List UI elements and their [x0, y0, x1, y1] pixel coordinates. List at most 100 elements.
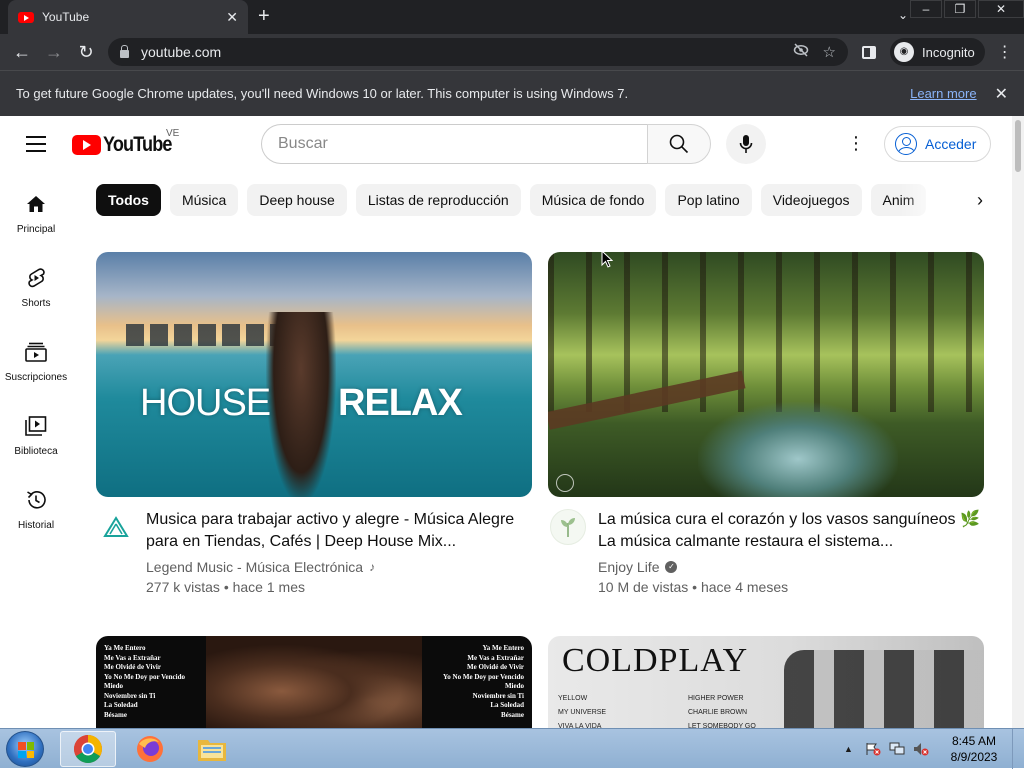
browser-tab[interactable]: YouTube ✕ [8, 0, 248, 34]
chip-pop-latino[interactable]: Pop latino [665, 184, 752, 216]
library-icon [24, 414, 48, 438]
taskbar-firefox[interactable] [122, 731, 178, 767]
chip-videojuegos[interactable]: Videojuegos [760, 184, 862, 216]
thumbnail-title-coldplay: COLDPLAY [562, 642, 749, 679]
chips-next-chevron-icon[interactable]: › [970, 186, 990, 214]
back-arrow-icon[interactable]: ← [6, 42, 38, 63]
window-close-button[interactable]: ✕ [978, 0, 1024, 18]
search-button[interactable] [647, 124, 711, 164]
stream-decoration [698, 402, 898, 497]
video-thumbnail[interactable]: HOUSE RELAX [96, 252, 532, 497]
folder-icon [198, 740, 226, 761]
track-line: Bésame [501, 710, 524, 719]
address-bar[interactable]: youtube.com ☆ [108, 38, 848, 66]
incognito-label: Incognito [922, 44, 975, 60]
guide-item-biblioteca[interactable]: Biblioteca [0, 394, 72, 468]
track-line: Me Olvidé de Vivir [467, 663, 524, 671]
learn-more-link[interactable]: Learn more [910, 86, 976, 101]
video-info: Musica para trabajar activo y alegre - M… [146, 509, 532, 597]
eye-slash-icon[interactable] [793, 43, 809, 61]
window-controls: – ❐ ✕ [908, 0, 1024, 18]
chrome-menu-icon[interactable]: ⋮ [997, 42, 1013, 62]
verified-check-icon: ✓ [665, 561, 678, 573]
channel-name-row: Legend Music - Música Electrónica ♪ [146, 557, 532, 577]
network-icon[interactable] [889, 742, 905, 756]
video-title[interactable]: La música cura el corazón y los vasos sa… [598, 509, 984, 553]
lock-icon[interactable] [120, 45, 129, 58]
guide-label: Suscripciones [4, 372, 68, 383]
woman-silhouette [266, 312, 336, 497]
settings-menu-icon[interactable]: ⋮ [846, 132, 866, 154]
guide-item-shorts[interactable]: Shorts [0, 246, 72, 320]
side-panel-icon[interactable] [862, 45, 876, 59]
track-line: Me Vas a Extrañar [467, 653, 524, 662]
infobar-close-icon[interactable]: ✕ [995, 84, 1008, 104]
chip-musica[interactable]: Música [169, 184, 239, 216]
song-list-right: HIGHER POWER CHARLIE BROWN LET SOMEBODY … [688, 692, 756, 728]
guide-label: Historial [17, 520, 55, 531]
taskbar-chrome[interactable] [60, 731, 116, 767]
song-line: MY UNIVERSE [558, 709, 607, 716]
guide-item-principal[interactable]: Principal [0, 172, 72, 246]
windows-taskbar: ▲ 8:45 AM 8/9/2023 [0, 728, 1024, 769]
guide-item-suscripciones[interactable]: Suscripciones [0, 320, 72, 394]
channel-avatar[interactable] [98, 509, 134, 545]
chip-deep-house[interactable]: Deep house [247, 184, 347, 216]
video-thumbnail[interactable] [548, 252, 984, 497]
video-thumbnail[interactable]: COLDPLAY YELLOW MY UNIVERSE VIVA LA VIDA… [548, 636, 984, 728]
chip-listas[interactable]: Listas de reproducción [355, 184, 521, 216]
action-center-flag-icon[interactable] [865, 742, 881, 756]
track-line: Yo No Me Doy por Vencido [443, 672, 524, 681]
search-input[interactable] [261, 124, 647, 164]
taskbar-clock[interactable]: 8:45 AM 8/9/2023 [944, 733, 1004, 765]
subscriptions-icon [24, 340, 48, 364]
sign-in-button[interactable]: Acceder [884, 126, 992, 162]
show-desktop-button[interactable] [1012, 729, 1024, 769]
band-photo-decoration [784, 650, 984, 728]
minimize-button[interactable]: – [910, 0, 942, 18]
channel-name[interactable]: Enjoy Life [598, 557, 659, 577]
song-list-left: YELLOW MY UNIVERSE VIVA LA VIDA [558, 692, 606, 728]
taskbar-explorer[interactable] [184, 731, 240, 767]
incognito-badge[interactable]: ◉ Incognito [890, 38, 985, 66]
filter-chips-bar: Todos Música Deep house Listas de reproducc… [96, 184, 970, 216]
video-card: La música cura el corazón y los vasos sa… [548, 252, 984, 597]
forward-arrow-icon[interactable]: → [38, 42, 70, 63]
video-stats: 10 M de vistas • hace 4 meses [598, 579, 789, 595]
video-card: HOUSE RELAX Musica para trabajar activo … [96, 252, 532, 597]
mouse-cursor-icon [601, 250, 613, 268]
update-infobar: To get future Google Chrome updates, you… [0, 70, 1024, 116]
guide-item-historial[interactable]: Historial [0, 468, 72, 542]
bookmark-star-icon[interactable]: ☆ [823, 43, 836, 61]
chip-musica-de-fondo[interactable]: Música de fondo [529, 184, 657, 216]
channel-avatar[interactable] [550, 509, 586, 545]
video-title[interactable]: Musica para trabajar activo y alegre - M… [146, 509, 532, 553]
reload-icon[interactable]: ↻ [70, 42, 102, 63]
tab-search-chevron-icon[interactable]: ⌄ [898, 8, 908, 22]
channel-name-row: Enjoy Life ✓ [598, 557, 984, 577]
page-scrollbar[interactable] [1012, 116, 1024, 728]
channel-name[interactable]: Legend Music - Música Electrónica [146, 557, 363, 577]
tab-close-icon[interactable]: ✕ [226, 9, 238, 26]
shorts-icon [24, 266, 48, 290]
browser-tab-strip: YouTube ✕ + ⌄ – ❐ ✕ [0, 0, 1024, 34]
video-thumbnail[interactable]: Ya Me Entero Me Vas a Extrañar Me Olvidé… [96, 636, 532, 728]
scrollbar-thumb[interactable] [1015, 120, 1021, 172]
voice-search-button[interactable] [726, 124, 766, 164]
thumbnail-text-relax: RELAX [338, 382, 463, 424]
toolbar-right: ◉ Incognito ⋮ [862, 38, 1013, 66]
track-line: Miedo [504, 682, 524, 690]
region-code: VE [166, 128, 180, 139]
guide-menu-icon[interactable] [26, 136, 46, 157]
chip-todos[interactable]: Todos [96, 184, 161, 216]
start-button[interactable] [6, 731, 44, 767]
show-hidden-icons-icon[interactable]: ▲ [844, 744, 853, 754]
new-tab-button[interactable]: + [258, 6, 270, 26]
url-text[interactable]: youtube.com [141, 44, 779, 60]
tree-trunks-decoration [548, 252, 984, 412]
song-line: VIVA LA VIDA [558, 723, 602, 728]
restore-button[interactable]: ❐ [944, 0, 976, 18]
search-icon [669, 134, 689, 154]
youtube-logo[interactable]: YouTube VE [72, 128, 183, 157]
volume-muted-icon[interactable] [913, 742, 929, 756]
